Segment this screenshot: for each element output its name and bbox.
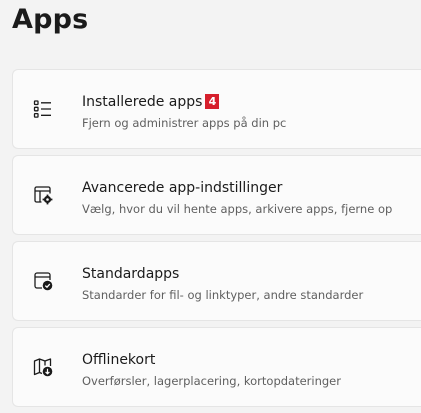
count-badge: 4 (205, 94, 220, 109)
installed-apps-item[interactable]: Installerede apps 4 Fjern og administrer … (12, 69, 421, 149)
page-title: Apps (12, 4, 89, 35)
app-settings-gear-icon (32, 184, 54, 206)
list-icon (32, 98, 54, 120)
default-apps-title: Standardapps (82, 266, 180, 282)
advanced-app-settings-description: Vælg, hvor du vil hente apps, arkivere a… (82, 202, 393, 216)
installed-apps-description: Fjern og administrer apps på din pc (82, 116, 287, 130)
offline-maps-description: Overførsler, lagerplacering, kortopdater… (82, 374, 341, 388)
advanced-app-settings-item[interactable]: Avancerede app-indstillinger Vælg, hvor … (12, 155, 421, 235)
settings-list: Installerede apps 4 Fjern og administrer … (12, 69, 421, 413)
installed-apps-label: Installerede apps (82, 94, 203, 110)
offline-map-icon (32, 356, 54, 378)
installed-apps-title: Installerede apps 4 (82, 94, 220, 110)
offline-maps-item[interactable]: Offlinekort Overførsler, lagerplacering,… (12, 327, 421, 407)
default-apps-item[interactable]: Standardapps Standarder for fil- og link… (12, 241, 421, 321)
offline-maps-title: Offlinekort (82, 352, 156, 368)
default-apps-check-icon (32, 270, 54, 292)
default-apps-description: Standarder for fil- og linktyper, andre … (82, 288, 364, 302)
advanced-app-settings-title: Avancerede app-indstillinger (82, 180, 283, 196)
